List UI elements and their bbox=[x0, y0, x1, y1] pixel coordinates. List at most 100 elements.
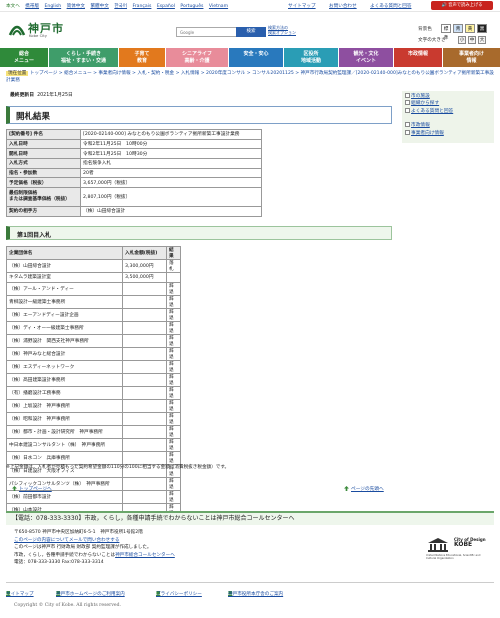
info-key: 予定価格（税抜） bbox=[6, 177, 81, 189]
link-page-top[interactable]: ページの先頭へ bbox=[344, 486, 384, 492]
table-row: （株）山田綜合設計 3,300,000円 落札 bbox=[6, 259, 181, 273]
link-portuguese[interactable]: Português bbox=[180, 4, 203, 9]
company-name-cell: 中日本建設コンサルタント（株） 神戸事務所 bbox=[6, 437, 123, 452]
top-links: サイトマップ お問い合わせ よくある質問と回答 bbox=[288, 3, 423, 9]
search-button[interactable]: 検索 bbox=[236, 27, 266, 37]
side-link-faq[interactable]: よくある質問と回答 bbox=[405, 108, 453, 114]
table-row: （株）日水コン 兵庫事務所 辞退 bbox=[6, 450, 181, 465]
breadcrumb-path[interactable]: トップページ > 総合メニュー > 事業者向け情報 > 入札・契約・税金 > 入… bbox=[6, 71, 494, 83]
column-header: 企業団体名 bbox=[6, 246, 123, 260]
side-link-business[interactable]: 事業者向け情報 bbox=[405, 130, 444, 136]
table-header-row: 企業団体名 入札金額(税抜) 結果 bbox=[6, 246, 181, 260]
table-row: （株）上坂設計 神戸事務所 辞退 bbox=[6, 398, 181, 413]
table-row: 入札方式 指名競争入札 bbox=[6, 158, 262, 169]
result-cell: 辞退 bbox=[166, 320, 181, 335]
footer-address: 〒650-8570 神戸市中央区加納町6-5-1 神戸市役所1号館2階 bbox=[14, 530, 143, 535]
link-faq[interactable]: よくある質問と回答 bbox=[370, 4, 411, 9]
nav-tourism[interactable]: 観光・文化 イベント bbox=[339, 48, 393, 67]
result-cell: 辞退 bbox=[166, 411, 181, 426]
unesco-small: United Nations Educational, Scientific a… bbox=[426, 554, 481, 560]
table-row: （株）神戸みなと総合設計 辞退 bbox=[6, 346, 181, 361]
company-name-cell: （株）髙田建築設計事務所 bbox=[6, 372, 123, 387]
search-option-label: 検索方法の 検索オプション bbox=[268, 25, 296, 35]
footer-link-label: サイトマップ bbox=[6, 592, 34, 597]
fontsize-small-button[interactable]: 小 bbox=[458, 36, 466, 44]
link-skip-to-content[interactable]: 本文へ bbox=[6, 4, 20, 9]
footer-nav: ■ サイトマップ ■ 神戸市ホームページのご利用案内 ■ プライバシーポリシー ■ 神戸… bbox=[6, 582, 494, 597]
nav-childcare[interactable]: 子育て 教育 bbox=[119, 48, 165, 67]
table-row: （株）アール・アンド・ディー 辞退 bbox=[6, 281, 181, 296]
link-page-top-label: ページの先頭へ bbox=[351, 487, 384, 492]
nav-general-menu[interactable]: 総合 メニュー bbox=[0, 48, 48, 67]
table-row: キタムラ建築設計室 3,500,000円 bbox=[6, 272, 181, 283]
table-row: （株）浦野設計 関西支社神戸事務所 辞退 bbox=[6, 333, 181, 348]
link-top-page[interactable]: トップページへ bbox=[12, 486, 52, 492]
bid-amount-cell bbox=[122, 424, 167, 439]
table-row: 指名・参加数 20者 bbox=[6, 167, 262, 179]
company-name-cell: （株）アール・アンド・ディー bbox=[6, 281, 123, 296]
table-row: （株）ディ・オー一級建築士事務所 辞退 bbox=[6, 320, 181, 335]
footer-link-label: 神戸市ホームページのご利用案内 bbox=[56, 592, 125, 597]
search-placeholder: Google bbox=[180, 30, 195, 35]
footer-callcenter-link[interactable]: 神戸市総合コールセンターへ bbox=[115, 553, 175, 558]
table-row: （有）播磨設計工務事務 辞退 bbox=[6, 385, 181, 400]
info-key: 入札日時 bbox=[6, 138, 81, 150]
image-icon bbox=[405, 122, 410, 127]
fontsize-large-button[interactable]: 大 bbox=[478, 36, 486, 44]
info-value: [2020-02140-000] みなとのもり公園ボランティア拠所新築工事設計業… bbox=[80, 129, 262, 140]
result-cell: 辞退 bbox=[166, 307, 181, 322]
side-link-organization[interactable]: 組織から探す bbox=[405, 100, 439, 106]
side-links: 市の施設 組織から探す よくある質問と回答 市政情報 事業者向け情報 bbox=[402, 91, 494, 143]
bid-amount-cell bbox=[122, 294, 167, 309]
company-name-cell: （株）エーアンドディー設計企画 bbox=[6, 307, 123, 322]
info-key: 入札方式 bbox=[6, 158, 81, 169]
link-korean[interactable]: 한국어 bbox=[114, 4, 127, 9]
link-contact[interactable]: お問い合わせ bbox=[329, 4, 357, 9]
side-link-label: 市政情報 bbox=[411, 123, 430, 128]
bid-amount-cell: 3,500,000円 bbox=[122, 272, 167, 283]
footer-link-label: プライバシーポリシー bbox=[156, 592, 202, 597]
bid-amount-cell bbox=[122, 333, 167, 348]
footer-callcenter-text: 市政，くらし，各種申請手続でわからないことは bbox=[14, 552, 116, 558]
bgcolor-standard-button[interactable]: 標準 bbox=[441, 24, 451, 41]
result-cell: 辞退 bbox=[166, 450, 181, 465]
nav-city-info[interactable]: 市政情報 bbox=[394, 48, 442, 67]
company-name-cell: （株）上坂設計 神戸事務所 bbox=[6, 398, 123, 413]
search-option-link[interactable]: 検索方法の 検索オプション bbox=[268, 25, 296, 35]
link-spanish[interactable]: Español bbox=[157, 4, 175, 9]
info-value: 令和2年11月25日 10時00分 bbox=[80, 138, 262, 150]
table-row: 青柳設計一級建築士事務所 辞退 bbox=[6, 294, 181, 309]
bgcolor-label: 背景色 bbox=[418, 27, 432, 32]
link-chinese-traditional[interactable]: 繁體中文 bbox=[90, 4, 108, 9]
table-row: 入札日時 令和2年11月25日 10時00分 bbox=[6, 138, 262, 150]
side-link-label: よくある質問と回答 bbox=[411, 109, 454, 114]
footer-inquiry-link[interactable]: このページの内容についてメールで問い合わせする bbox=[14, 538, 119, 543]
side-link-facilities[interactable]: 市の施設 bbox=[405, 93, 430, 99]
link-english[interactable]: English bbox=[45, 4, 62, 9]
site-logo[interactable]: 神戸市 Kobe City bbox=[8, 19, 68, 41]
link-mobile[interactable]: 携帯版 bbox=[25, 4, 39, 9]
nav-business[interactable]: 事業者向け 情報 bbox=[443, 48, 500, 67]
nav-senior[interactable]: シニアライフ 高齢・介護 bbox=[166, 48, 228, 67]
voice-read-button[interactable]: 🔊 音声で読み上げる bbox=[431, 1, 493, 10]
info-value: 令和2年11月25日 10時30分 bbox=[80, 148, 262, 160]
bgcolor-black-button[interactable]: 黒 bbox=[477, 24, 487, 33]
info-key: 最低制限価格 または調査基準価格（税抜） bbox=[6, 187, 81, 208]
bid-amount-cell bbox=[122, 385, 167, 400]
footer-link-label: 神戸市役所本庁舎のご案内 bbox=[228, 592, 284, 597]
link-sitemap[interactable]: サイトマップ bbox=[288, 4, 316, 9]
nav-ward-office[interactable]: 区役所 地域活動 bbox=[284, 48, 338, 67]
link-vietnamese[interactable]: Vietnam bbox=[209, 4, 228, 9]
link-french[interactable]: Français bbox=[132, 4, 151, 9]
side-link-city-info[interactable]: 市政情報 bbox=[405, 122, 430, 128]
bgcolor-blue-button[interactable]: 青 bbox=[453, 24, 463, 33]
nav-life[interactable]: くらし・手続き 福祉・すまい・交通 bbox=[49, 48, 118, 67]
company-name-cell: （株）前田都市設計 bbox=[6, 489, 123, 504]
table-row: （株）昭和設計 神戸事務所 辞退 bbox=[6, 411, 181, 426]
note-text: ※上記金額は，入札者が見積もった契約希望金額の110分の100に相当する金額（消… bbox=[6, 465, 230, 470]
fontsize-medium-button[interactable]: 中 bbox=[468, 36, 476, 44]
bgcolor-yellow-button[interactable]: 黄 bbox=[465, 24, 475, 33]
last-updated-label: 最終更新日 bbox=[10, 93, 34, 98]
nav-safety[interactable]: 安全・安心 bbox=[229, 48, 283, 67]
link-chinese-simplified[interactable]: 简体中文 bbox=[67, 4, 85, 9]
